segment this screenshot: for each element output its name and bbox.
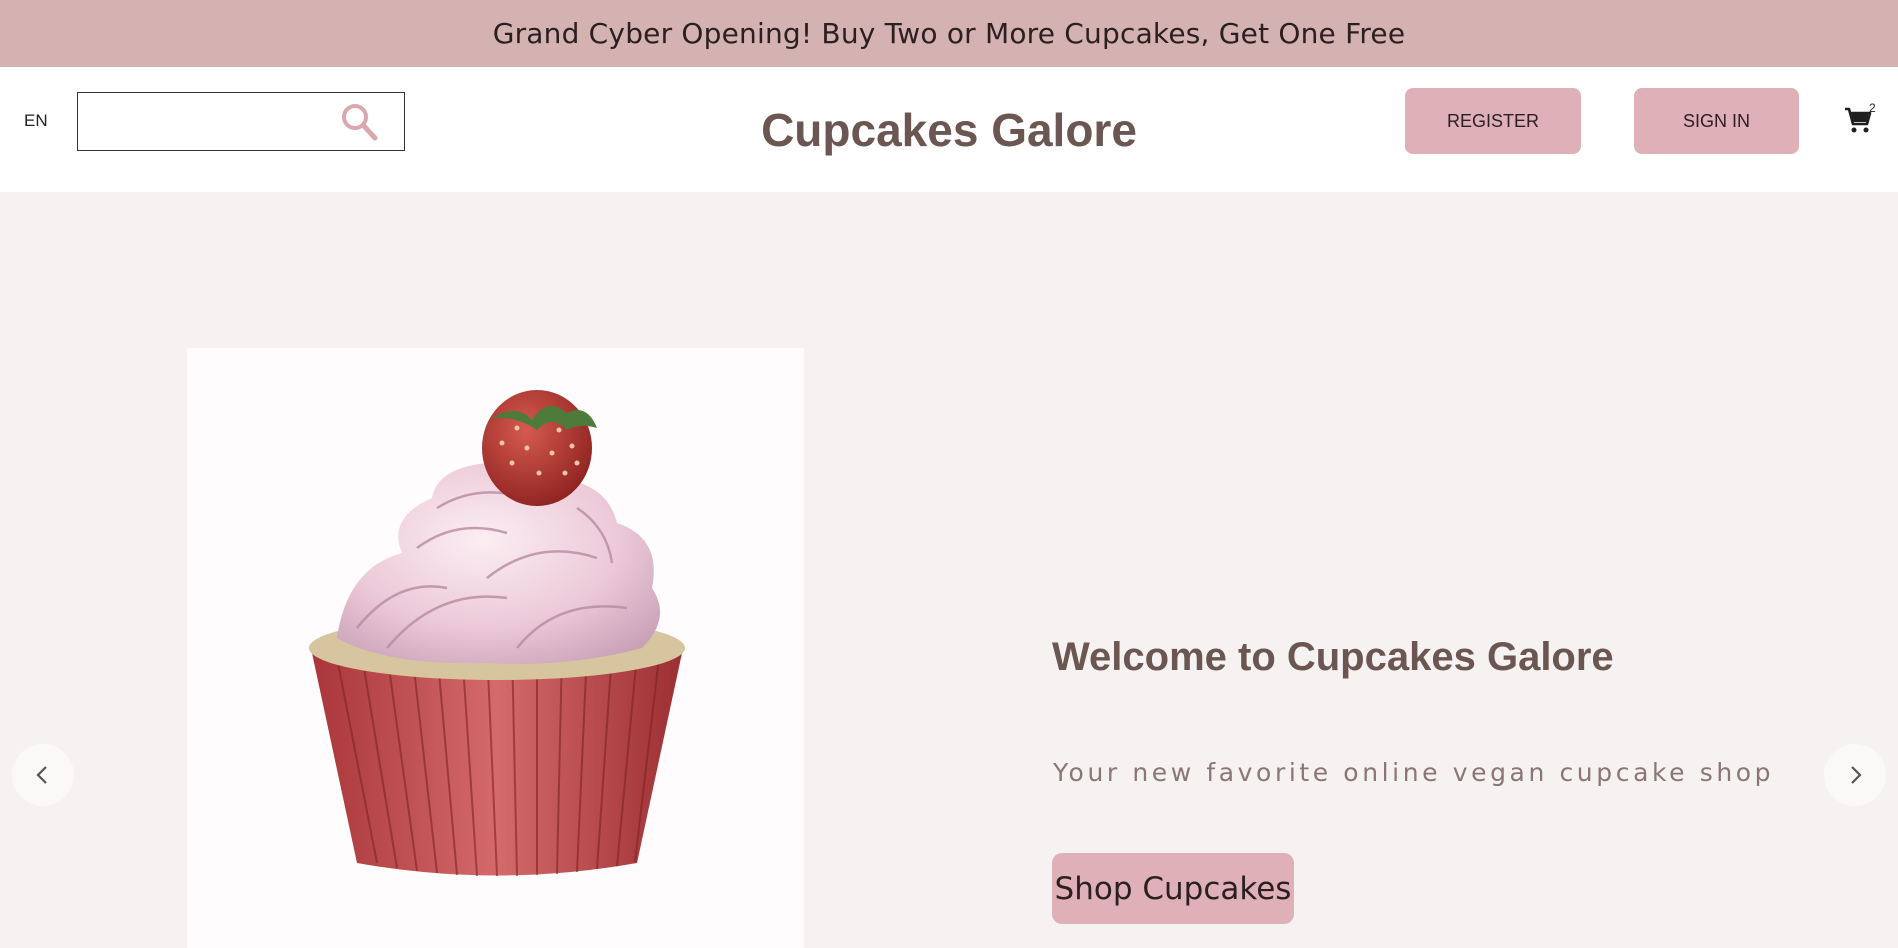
search-icon[interactable]: [338, 101, 380, 143]
search-input[interactable]: [86, 101, 336, 141]
promo-banner: Grand Cyber Opening! Buy Two or More Cup…: [0, 0, 1898, 67]
register-button[interactable]: REGISTER: [1405, 88, 1581, 154]
hero-tagline: Your new favorite online vegan cupcake s…: [1053, 758, 1775, 787]
cart-count-badge: 2: [1869, 101, 1876, 115]
sign-in-button[interactable]: SIGN IN: [1634, 88, 1799, 154]
shop-cupcakes-button[interactable]: Shop Cupcakes: [1052, 853, 1294, 924]
site-header: EN Cupcakes Galore REGISTER SIGN IN 2: [0, 67, 1898, 192]
carousel-next-button[interactable]: [1824, 744, 1886, 806]
chevron-left-icon: [36, 766, 47, 784]
search-box: [77, 92, 405, 151]
chevron-right-icon: [1851, 766, 1862, 784]
hero-title: Welcome to Cupcakes Galore: [1052, 635, 1614, 679]
promo-text: Grand Cyber Opening! Buy Two or More Cup…: [492, 17, 1406, 50]
site-logo[interactable]: Cupcakes Galore: [761, 104, 1137, 156]
language-selector[interactable]: EN: [24, 111, 48, 131]
carousel-prev-button[interactable]: [12, 744, 74, 806]
hero-cupcake-image: [187, 348, 804, 948]
